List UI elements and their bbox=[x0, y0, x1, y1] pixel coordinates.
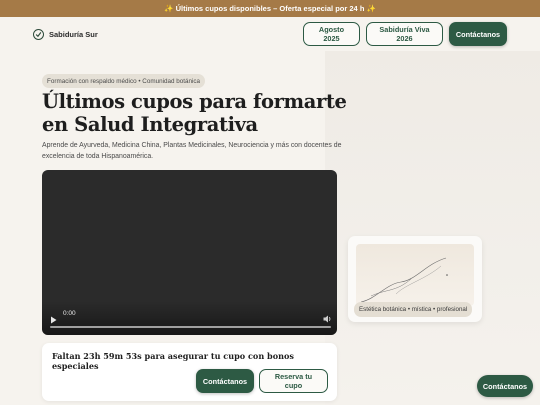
hero-title: Últimos cupos para formarte en Salud Int… bbox=[42, 90, 347, 136]
hero-description: Aprende de Ayurveda, Medicina China, Pla… bbox=[42, 142, 342, 160]
promo-banner: ✨ Últimos cupos disponibles – Oferta esp… bbox=[0, 0, 540, 17]
brand[interactable]: Sabiduría Sur bbox=[33, 28, 98, 40]
nav-actions: Agosto 2025 Sabiduría Viva 2026 Contácta… bbox=[303, 22, 507, 46]
countdown-contact-button[interactable]: Contáctanos bbox=[196, 369, 254, 393]
video-time: 0:00 bbox=[63, 310, 76, 317]
promo-text: ✨ Últimos cupos disponibles – Oferta esp… bbox=[164, 4, 376, 13]
leaf-check-icon bbox=[33, 28, 44, 40]
nav-agosto-2025-button[interactable]: Agosto 2025 bbox=[303, 22, 360, 46]
floating-contact-button[interactable]: Contáctanos bbox=[477, 375, 533, 397]
top-navigation: Sabiduría Sur Agosto 2025 Sabiduría Viva… bbox=[0, 17, 540, 51]
countdown-card: Faltan 23h 59m 53s para asegurar tu cupo… bbox=[42, 343, 337, 401]
botanical-art-card: Estética botánica • mística • profesiona… bbox=[348, 236, 482, 322]
reserve-spot-button[interactable]: Reserva tu cupo bbox=[259, 369, 328, 393]
hero-badge: Formación con respaldo médico • Comunida… bbox=[42, 74, 206, 88]
video-controls bbox=[42, 301, 337, 335]
video-progress-bar[interactable] bbox=[50, 326, 331, 328]
nav-contact-button[interactable]: Contáctanos bbox=[449, 22, 507, 46]
brand-name: Sabiduría Sur bbox=[49, 29, 98, 39]
video-player[interactable]: 0:00 bbox=[42, 170, 337, 335]
side-card-tag: Estética botánica • mística • profesiona… bbox=[354, 302, 473, 317]
countdown-text: Faltan 23h 59m 53s para asegurar tu cupo… bbox=[52, 351, 294, 371]
nav-sabiduria-viva-button[interactable]: Sabiduría Viva 2026 bbox=[366, 22, 443, 46]
botanical-illustration bbox=[356, 244, 474, 306]
